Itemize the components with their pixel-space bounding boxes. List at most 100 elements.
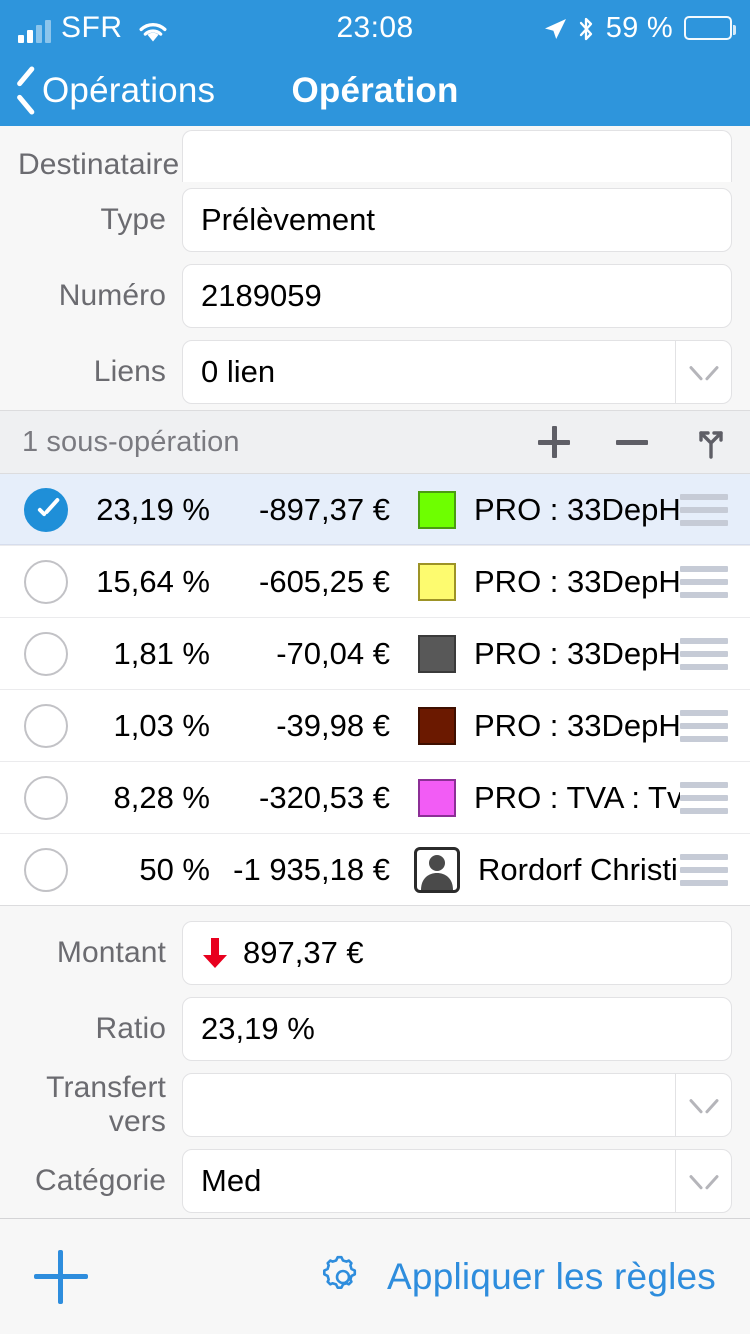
row-amount: -70,04 € xyxy=(276,635,390,671)
field-row-transfert-vers: Transfert vers xyxy=(0,1067,750,1143)
status-bar-right: 59 % xyxy=(542,11,736,45)
row-selection-circle[interactable] xyxy=(24,703,68,748)
minus-icon[interactable] xyxy=(616,439,648,445)
table-row[interactable]: 23,19 % -897,37 € PRO : 33DepHT(B… xyxy=(0,474,750,545)
row-amount: -897,37 € xyxy=(259,491,390,527)
avatar xyxy=(414,846,460,893)
row-selection-checkmark-icon[interactable] xyxy=(24,487,68,532)
plus-icon[interactable] xyxy=(538,426,570,458)
input-ratio[interactable]: 23,19 % xyxy=(182,997,732,1061)
chevron-down-icon xyxy=(691,359,717,385)
label-destinataire: Destinataire xyxy=(18,148,180,181)
row-color-swatch xyxy=(418,706,456,745)
operation-details-form: Destinataire Type Prélèvement Numéro 218… xyxy=(0,126,750,410)
row-percent: 50 % xyxy=(139,851,210,887)
row-percent: 15,64 % xyxy=(96,563,210,599)
table-row[interactable]: 15,64 % -605,25 € PRO : 33DepHT(B… xyxy=(0,546,750,617)
row-amount: -1 935,18 € xyxy=(233,851,390,887)
select-liens-value: 0 lien xyxy=(201,354,276,389)
label-montant: Montant xyxy=(56,936,166,969)
table-row[interactable]: 50 % -1 935,18 € Rordorf Christi xyxy=(0,834,750,905)
field-row-liens: Liens 0 lien xyxy=(0,334,750,410)
label-numero: Numéro xyxy=(58,279,166,312)
row-percent: 1,81 % xyxy=(113,635,210,671)
wifi-icon xyxy=(137,19,169,43)
row-reorder-handle[interactable] xyxy=(680,781,728,814)
row-label: PRO : TVA : Tvadep xyxy=(474,779,680,815)
row-label: PRO : 33DepHT(B… xyxy=(474,707,680,743)
chevron-down-icon xyxy=(691,1092,717,1118)
navigation-bar: Opérations Opération xyxy=(0,56,750,126)
sub-operations-actions xyxy=(538,425,728,459)
input-montant-value: 897,37 € xyxy=(243,935,364,970)
select-categorie[interactable]: Med xyxy=(182,1149,732,1213)
status-bar-left: SFR xyxy=(18,13,169,43)
sub-operations-list: 23,19 % -897,37 € PRO : 33DepHT(B… 15,64… xyxy=(0,474,750,905)
label-categorie: Catégorie xyxy=(35,1164,166,1197)
row-label: Rordorf Christi xyxy=(478,851,678,887)
app-screen: SFR 23:08 59 % Opérations Opération Dest… xyxy=(0,0,750,1334)
label-ratio: Ratio xyxy=(95,1012,166,1045)
scroll-content[interactable]: Destinataire Type Prélèvement Numéro 218… xyxy=(0,126,750,1218)
down-arrow-icon xyxy=(201,936,229,970)
input-numero[interactable]: 2189059 xyxy=(182,264,732,328)
row-reorder-handle[interactable] xyxy=(680,853,728,886)
row-label: PRO : 33DepHT(B… xyxy=(474,491,680,527)
field-row-destinataire: Destinataire xyxy=(0,126,750,182)
sub-operations-count-label: 1 sous-opération xyxy=(22,425,240,458)
field-row-montant: Montant 897,37 € xyxy=(0,915,750,991)
row-reorder-handle[interactable] xyxy=(680,565,728,598)
select-liens[interactable]: 0 lien xyxy=(182,340,732,404)
row-color-swatch xyxy=(418,634,456,673)
sub-operations-header: 1 sous-opération xyxy=(0,410,750,474)
gear-icon xyxy=(321,1255,365,1299)
select-categorie-value: Med xyxy=(201,1163,262,1198)
field-row-categorie: Catégorie Med xyxy=(0,1143,750,1218)
row-amount: -605,25 € xyxy=(259,563,390,599)
row-color-swatch xyxy=(418,490,456,529)
table-row[interactable]: 1,03 % -39,98 € PRO : 33DepHT(B… xyxy=(0,690,750,761)
label-liens: Liens xyxy=(93,355,166,388)
back-button[interactable]: Opérations xyxy=(0,71,215,111)
section-divider xyxy=(0,905,750,915)
row-selection-circle[interactable] xyxy=(24,775,68,820)
field-row-type: Type Prélèvement xyxy=(0,182,750,258)
row-label: PRO : 33DepHT(B… xyxy=(474,563,680,599)
table-row[interactable]: 8,28 % -320,53 € PRO : TVA : Tvadep xyxy=(0,762,750,833)
liens-dropdown-button[interactable] xyxy=(675,340,731,404)
row-color-swatch xyxy=(418,778,456,817)
branch-split-icon[interactable] xyxy=(694,425,728,459)
chevron-down-icon xyxy=(691,1168,717,1194)
input-type[interactable]: Prélèvement xyxy=(182,188,732,252)
select-transfert-vers[interactable] xyxy=(182,1073,732,1137)
bluetooth-icon xyxy=(577,15,595,41)
table-row[interactable]: 1,81 % -70,04 € PRO : 33DepHT(B… xyxy=(0,618,750,689)
row-percent: 8,28 % xyxy=(113,779,210,815)
categorie-dropdown-button[interactable] xyxy=(675,1149,731,1213)
battery-percent-label: 59 % xyxy=(605,11,673,44)
row-reorder-handle[interactable] xyxy=(680,709,728,742)
label-transfert-vers: Transfert vers xyxy=(46,1071,166,1138)
sub-operation-details-form: Montant 897,37 € Ratio 23,19 % Transfert… xyxy=(0,915,750,1218)
row-selection-circle[interactable] xyxy=(24,847,68,892)
carrier-label: SFR xyxy=(61,11,123,44)
field-row-numero: Numéro 2189059 xyxy=(0,258,750,334)
row-color-swatch xyxy=(418,562,456,601)
row-selection-circle[interactable] xyxy=(24,631,68,676)
transfert-vers-dropdown-button[interactable] xyxy=(675,1073,731,1137)
row-reorder-handle[interactable] xyxy=(680,637,728,670)
label-type: Type xyxy=(100,203,166,236)
apply-rules-button[interactable]: Appliquer les règles xyxy=(321,1255,716,1299)
input-montant[interactable]: 897,37 € xyxy=(182,921,732,985)
row-amount: -320,53 € xyxy=(259,779,390,815)
field-row-ratio: Ratio 23,19 % xyxy=(0,991,750,1067)
signal-bars-icon xyxy=(18,17,51,43)
battery-icon xyxy=(684,16,736,40)
add-button[interactable] xyxy=(34,1249,88,1304)
location-arrow-icon xyxy=(542,16,566,40)
input-destinataire[interactable] xyxy=(182,130,732,182)
row-amount: -39,98 € xyxy=(276,707,390,743)
row-reorder-handle[interactable] xyxy=(680,493,728,526)
back-button-label: Opérations xyxy=(42,71,216,110)
row-selection-circle[interactable] xyxy=(24,559,68,604)
